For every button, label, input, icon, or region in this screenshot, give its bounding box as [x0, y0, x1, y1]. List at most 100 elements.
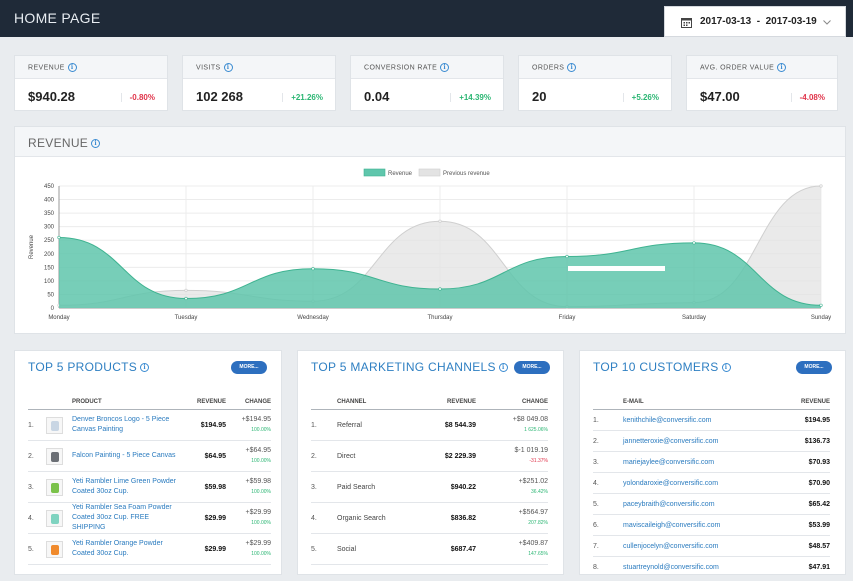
channel-change-pct: -31.37%: [529, 458, 548, 464]
products-more-button[interactable]: MORE...: [231, 361, 267, 374]
legend-swatch: [363, 168, 386, 177]
customer-email[interactable]: stuartreynold@conversific.com: [623, 556, 770, 574]
data-point[interactable]: [819, 184, 823, 188]
product-change: +$29.99: [245, 540, 272, 547]
product-link[interactable]: Denver Broncos Logo - 5 Piece Canvas Pai…: [72, 409, 186, 441]
channel-change: +$8 049.08: [512, 416, 548, 423]
data-point[interactable]: [438, 219, 442, 223]
date-range-text: 2017-03-13 - 2017-03-19: [700, 16, 817, 27]
product-link[interactable]: Falcon Painting - 5 Piece Canvas: [72, 440, 186, 472]
y-tick-label: 350: [44, 211, 55, 217]
revenue-chart-card: REVENUE i 0 50 100 150 200 250 300 350 400 450 Mond…: [14, 126, 846, 334]
product-thumbnail[interactable]: [46, 478, 63, 496]
y-tick-label: 200: [44, 252, 55, 258]
data-point[interactable]: [184, 296, 188, 301]
info-icon[interactable]: i: [223, 63, 233, 72]
info-icon[interactable]: i: [440, 63, 450, 72]
channels-more-button[interactable]: MORE...: [514, 361, 550, 374]
legend-label: Revenue: [388, 171, 413, 177]
table-row: 2. Falcon Painting - 5 Piece Canvas $64.95…: [28, 440, 271, 472]
col-header: CHANNEL: [337, 399, 416, 410]
product-link[interactable]: Yeti Rambler Lime Green Powder Coated 30…: [72, 471, 186, 503]
table-row: 5. paceybraith@conversific.com $65.42: [593, 493, 830, 515]
legend-label: Previous revenue: [443, 171, 490, 177]
info-icon[interactable]: i: [721, 363, 731, 373]
info-icon[interactable]: i: [67, 63, 77, 72]
customer-revenue: $48.57: [770, 535, 830, 557]
redaction-bar: [568, 266, 665, 271]
row-index: 2.: [28, 440, 46, 472]
x-tick-label: Tuesday: [175, 315, 198, 321]
table-row: 7. cullenjocelyn@conversific.com $48.57: [593, 535, 830, 557]
channel-revenue: $687.47: [416, 533, 476, 565]
info-icon[interactable]: i: [567, 63, 577, 72]
channel-revenue: $836.82: [416, 502, 476, 534]
product-change-pct: 100.00%: [251, 427, 271, 433]
customer-email[interactable]: paceybraith@conversific.com: [623, 493, 770, 515]
product-thumbnail[interactable]: [46, 447, 63, 465]
customer-revenue: $65.42: [770, 493, 830, 515]
info-icon[interactable]: i: [498, 363, 508, 373]
date-range-picker[interactable]: 2017-03-13 - 2017-03-19: [664, 6, 846, 37]
info-icon[interactable]: i: [777, 63, 787, 72]
data-point[interactable]: [565, 254, 569, 259]
revenue-chart: 0 50 100 150 200 250 300 350 400 450 Monday Tuesday…: [29, 168, 831, 321]
top-customers-card: TOP 10 CUSTOMERS i MORE... E-MAIL REVENUE…: [579, 350, 846, 575]
product-link[interactable]: Yeti Rambler Sea Foam Powder Coated 30oz…: [72, 502, 186, 534]
data-point[interactable]: [438, 287, 442, 291]
customer-email[interactable]: maviscaileigh@conversific.com: [623, 514, 770, 536]
x-tick-label: Saturday: [682, 315, 706, 321]
product-link[interactable]: Yeti Rambler Orange Powder Coated 30oz C…: [72, 533, 186, 565]
customer-email[interactable]: mariejaylee@conversific.com: [623, 451, 770, 473]
customer-revenue: $47.91: [770, 556, 830, 574]
row-index: 1.: [28, 409, 46, 441]
x-tick-label: Thursday: [427, 315, 452, 321]
product-change: +$59.98: [245, 478, 272, 485]
y-tick-label: 300: [44, 225, 55, 231]
product-revenue: $64.95: [186, 440, 226, 472]
customer-email[interactable]: jannetteroxie@conversific.com: [623, 430, 770, 452]
data-point[interactable]: [311, 267, 315, 271]
y-tick-label: 400: [44, 198, 55, 204]
kpi-card-revenue: REVENUE i $940.28 -0.80%: [14, 55, 168, 111]
info-icon[interactable]: i: [91, 139, 101, 149]
customer-email[interactable]: cullenjocelyn@conversific.com: [623, 535, 770, 557]
product-change-pct: 100.00%: [251, 520, 271, 526]
table-row: 3. Yeti Rambler Lime Green Powder Coated …: [28, 471, 272, 503]
x-tick-label: Friday: [559, 315, 576, 321]
channel-change: +$251.02: [518, 478, 548, 485]
info-icon[interactable]: i: [140, 363, 150, 373]
product-thumbnail[interactable]: [46, 540, 63, 558]
top-products-card: TOP 5 PRODUCTS i MORE... PRODUCT REVENUE …: [14, 350, 282, 575]
data-point[interactable]: [819, 303, 823, 307]
customer-email[interactable]: yolondaroxie@conversific.com: [623, 472, 770, 494]
table-row: 4. Yeti Rambler Sea Foam Powder Coated 30…: [28, 502, 271, 534]
customer-email[interactable]: kenithchile@conversific.com: [623, 409, 770, 431]
y-tick-label: 50: [47, 292, 54, 298]
data-point[interactable]: [184, 288, 188, 292]
customer-revenue: $70.90: [770, 472, 830, 494]
product-thumbnail[interactable]: [46, 509, 63, 527]
row-index: 7.: [593, 535, 623, 557]
customers-more-button[interactable]: MORE...: [796, 361, 832, 374]
kpi-label: AVG. ORDER VALUE: [700, 64, 775, 72]
kpi-label: VISITS: [196, 64, 221, 72]
chevron-down-icon: [823, 20, 831, 25]
row-index: 5.: [311, 533, 337, 565]
channel-change-pct: 36.42%: [531, 489, 548, 495]
channel-change: +$564.97: [518, 509, 548, 516]
data-point[interactable]: [57, 235, 61, 240]
x-tick-label: Monday: [48, 315, 69, 321]
channel-revenue: $940.22: [416, 471, 476, 503]
top-customers-title: TOP 10 CUSTOMERS: [593, 360, 719, 374]
kpi-card-orders: ORDERS i 20 +5.26%: [518, 55, 672, 111]
data-point[interactable]: [692, 241, 696, 245]
channel-name: Direct: [337, 440, 416, 472]
kpi-change: -4.08%: [790, 93, 825, 102]
table-row: 1. Referral $8 544.39 +$8 049.08 1 625.06%: [311, 409, 548, 441]
kpi-value: 102 268: [196, 89, 243, 104]
table-row: 5. Social $687.47 +$409.87 147.65%: [311, 533, 548, 565]
y-tick-label: 150: [44, 265, 55, 271]
product-thumbnail[interactable]: [46, 416, 63, 434]
row-index: 4.: [593, 472, 623, 494]
